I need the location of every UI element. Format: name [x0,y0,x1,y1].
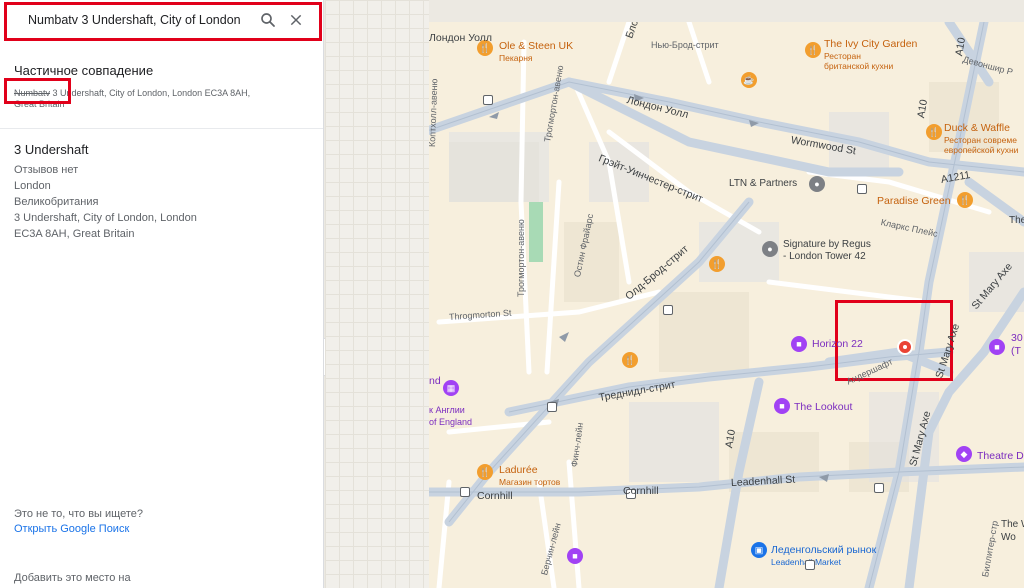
close-icon [290,14,302,26]
duck-sub2: европейской кухни [944,145,1019,155]
lookout-label[interactable]: The Lookout [794,401,852,413]
transport-icon [805,560,815,570]
clear-search-button[interactable] [282,6,310,34]
theatre-label[interactable]: Theatre D [977,450,1024,462]
ivy-label[interactable]: The Ivy City Garden [824,38,917,50]
laduree-label[interactable]: Ladurée [499,464,538,476]
num30b-label: (Т [1011,345,1021,357]
transport-icon [663,305,673,315]
paradise-label[interactable]: Paradise Green [877,195,951,207]
partial-match-title: Частичное совпадение [14,63,154,78]
duck-sub1: Ресторан совреме [944,135,1017,145]
search-button[interactable] [254,6,282,34]
partial-address-line2: Great Britain [14,99,65,109]
struck-word: Numbatv [14,88,51,98]
ivy-sub2: британской кухни [824,61,894,71]
theatre-icon[interactable]: ◆ [956,446,972,462]
duck-label[interactable]: Duck & Waffle [944,122,1010,134]
horizon-label[interactable]: Horizon 22 [812,338,863,350]
num30-label[interactable]: 30 [1011,332,1023,344]
place-city: London [14,180,51,192]
camera-icon[interactable]: ■ [989,339,1005,355]
restaurant-icon[interactable]: 🍴 [957,192,973,208]
street-cornhill2: Cornhill [623,485,659,497]
add-place-text[interactable]: Добавить это место на [14,572,131,584]
restaurant-icon[interactable]: 🍴 [805,42,821,58]
boe-label1[interactable]: nd [429,375,441,387]
place-address-line2: EC3A 8AH, Great Britain [14,228,135,240]
ole-steen-sub: Пекарня [499,53,533,63]
place-icon[interactable]: ● [809,176,825,192]
transport-icon [547,402,557,412]
side-panel: Частичное совпадение Numbatv 3 Undershaf… [0,0,324,588]
place-icon[interactable]: ● [762,241,778,257]
search-input[interactable] [14,7,254,33]
camera-icon[interactable]: ■ [567,548,583,564]
ltn-label[interactable]: LTN & Partners [729,178,797,189]
map-roads [429,22,1024,588]
boe-label2: к Англии [429,405,465,415]
map-loading-area [325,0,429,588]
bakery-icon[interactable]: 🍴 [477,464,493,480]
ole-steen-label[interactable]: Ole & Steen UK [499,40,573,52]
partial-match-address: Numbatv 3 Undershaft, City of London, Lo… [14,88,304,110]
regus-label1[interactable]: Signature by Regus [783,239,871,250]
ivy-sub1: Ресторан [824,51,861,61]
the-right-label: The [1009,215,1024,226]
laduree-sub: Магазин тортов [499,477,561,487]
boe-label3: of England [429,417,473,427]
leadenhall-label[interactable]: Леденгольский рынок [771,544,876,556]
map-canvas[interactable]: 🍴 Ole & Steen UK Пекарня 🍴 The Ivy City … [429,22,1024,588]
search-icon [261,13,275,27]
restaurant-icon[interactable]: 🍴 [709,256,725,272]
not-what-you-want-text: Это не то, что вы ищете? [14,508,143,520]
google-search-link[interactable]: Открыть Google Поиск [14,523,129,535]
restaurant-icon[interactable]: 🍴 [622,352,638,368]
the-w-label[interactable]: The W [1001,519,1024,530]
shopping-icon[interactable]: ▣ [751,542,767,558]
street-london-wall-top: Лондон Уолл [429,32,493,44]
cafe-icon[interactable]: ☕ [741,72,757,88]
target-marker[interactable] [897,339,913,355]
transport-icon [483,95,493,105]
transport-icon [857,184,867,194]
place-title[interactable]: 3 Undershaft [14,142,88,157]
street-cornhill: Cornhill [477,490,513,502]
camera-icon[interactable]: ■ [791,336,807,352]
street-throgmorton-av2: Трогмортон-авеню [516,219,526,297]
search-box [14,6,310,34]
museum-icon[interactable]: ▦ [443,380,459,396]
regus-label2: - London Tower 42 [783,251,866,262]
partial-address-line1: 3 Undershaft, City of London, London EC3… [52,88,251,98]
place-country: Великобритания [14,196,99,208]
place-reviews: Отзывов нет [14,164,79,176]
wo-label: Wo [1001,532,1016,543]
restaurant-icon[interactable]: 🍴 [926,124,942,140]
place-address-line1: 3 Undershaft, City of London, London [14,212,197,224]
transport-icon [460,487,470,497]
street-newbroad: Нью-Брод-стрит [651,40,719,50]
camera-icon[interactable]: ■ [774,398,790,414]
transport-icon [874,483,884,493]
